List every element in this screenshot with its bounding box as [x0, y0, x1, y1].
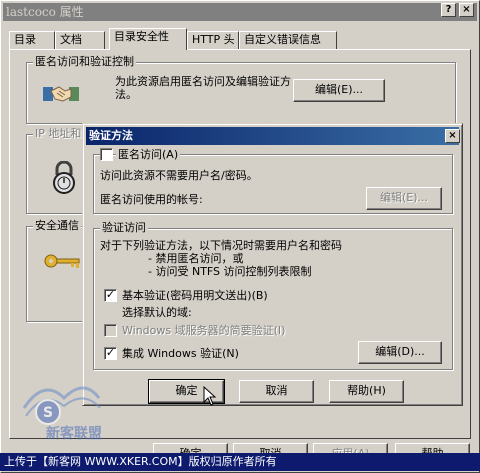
help-button[interactable]: ? — [441, 3, 456, 17]
auth-desc-line3: - 访问受 NTFS 访问控制列表限制 — [148, 265, 312, 278]
svg-text:S: S — [43, 405, 53, 421]
dialog-title-bar: 验证方法 — [86, 127, 459, 145]
dialog-title: 验证方法 — [89, 129, 133, 142]
anon-description: 访问此资源不需要用户名/密码。 — [100, 169, 258, 182]
tab-directory-security[interactable]: 目录安全性 — [109, 28, 187, 50]
anon-account-label: 匿名访问使用的帐号: — [100, 193, 203, 206]
padlock-icon — [53, 161, 75, 194]
tab-custom-errors[interactable]: 自定义错误信息 — [239, 31, 337, 49]
basic-auth-label: 基本验证(密码用明文送出)(B) — [122, 289, 268, 302]
window-title: lastcoco 属性 — [6, 5, 84, 19]
digest-auth-label: Windows 域服务器的简要验证(I) — [122, 324, 286, 337]
dialog-close-button[interactable]: × — [445, 129, 460, 143]
digest-auth-checkbox[interactable] — [104, 324, 117, 337]
auth-access-section: 验证访问 对于下列验证方法，以下情况时需要用户名和密码 - 禁用匿名访问，或 -… — [93, 222, 453, 370]
anon-access-group: 匿名访问和验证控制 为此资源启用匿名访问及编辑验证方法。 编辑(E)... — [26, 56, 456, 124]
watermark-logo-text: 新客联盟 — [46, 425, 102, 442]
close-button[interactable]: × — [459, 3, 474, 17]
anon-access-section: 匿名访问(A) 访问此资源不需要用户名/密码。 匿名访问使用的帐号: 编辑(E)… — [93, 148, 453, 214]
dialog-help-button[interactable]: 帮助(H) — [329, 380, 404, 403]
mouse-cursor-icon — [203, 386, 217, 406]
auth-desc-line2: - 禁用匿名访问，或 — [148, 252, 244, 265]
select-domain-label: 选择默认的域: — [122, 306, 192, 319]
anon-access-checkbox[interactable] — [100, 148, 113, 161]
properties-title-bar: lastcoco 属性 — [3, 3, 477, 21]
auth-edit-button[interactable]: 编辑(D)... — [358, 341, 442, 364]
tab-documents[interactable]: 文档 — [55, 31, 105, 49]
anon-account-edit-button[interactable]: 编辑(E)... — [366, 187, 442, 210]
watermark-bar: 上传于【新客网 WWW.XKER.COM】版权归原作者所有 — [0, 453, 480, 471]
anon-group-title: 匿名访问和验证控制 — [33, 55, 136, 68]
watermark-logo: S 新客联盟 — [22, 386, 102, 442]
anon-edit-button[interactable]: 编辑(E)... — [293, 79, 385, 102]
basic-check-mark: ✓ — [105, 288, 116, 301]
handshake-icon — [43, 86, 79, 102]
auth-methods-dialog: 验证方法 × 匿名访问(A) 访问此资源不需要用户名/密码。 匿名访问使用的帐号… — [82, 123, 463, 406]
secure-group-title: 安全通信 — [33, 219, 81, 232]
anon-access-label: 匿名访问(A) — [116, 148, 181, 161]
auth-group-title: 验证访问 — [100, 221, 148, 234]
watermark-text: 上传于【新客网 WWW.XKER.COM】版权归原作者所有 — [4, 455, 277, 468]
auth-desc-line1: 对于下列验证方法，以下情况时需要用户名和密码 — [100, 239, 342, 252]
ip-group-title: IP 地址和 — [33, 127, 84, 140]
integrated-auth-label: 集成 Windows 验证(N) — [122, 347, 239, 360]
tab-http-headers[interactable]: HTTP 头 — [187, 31, 239, 49]
integrated-auth-checkbox[interactable]: ✓ — [104, 347, 117, 360]
dialog-cancel-button[interactable]: 取消 — [239, 380, 314, 403]
key-icon — [44, 254, 80, 268]
integrated-check-mark: ✓ — [105, 346, 116, 359]
anon-description: 为此资源启用匿名访问及编辑验证方法。 — [115, 75, 291, 101]
basic-auth-checkbox[interactable]: ✓ — [104, 289, 117, 302]
tab-directory[interactable]: 目录 — [9, 31, 55, 49]
